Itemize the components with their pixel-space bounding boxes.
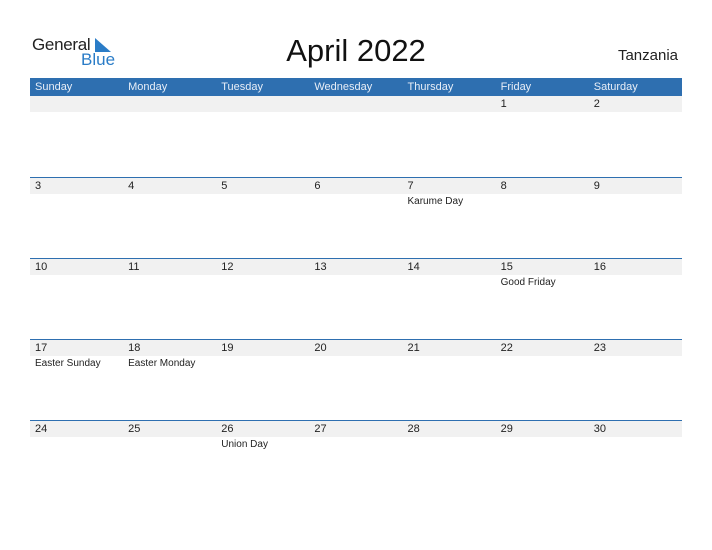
day-cell[interactable]: 21 [402, 340, 496, 421]
day-number: 9 [593, 180, 600, 192]
day-cell[interactable]: 5 [216, 178, 310, 259]
day-number: 19 [221, 342, 234, 354]
day-cell[interactable]: 25 [123, 421, 217, 502]
week-row: 12 [30, 96, 682, 177]
day-number: 23 [593, 342, 606, 354]
day-cell[interactable] [216, 96, 310, 177]
date-band [30, 178, 124, 194]
day-number: 30 [593, 423, 606, 435]
holiday-label: Good Friday [500, 277, 556, 288]
day-number: 18 [128, 342, 141, 354]
day-number: 27 [314, 423, 327, 435]
day-cell[interactable]: 29 [495, 421, 589, 502]
holiday-label: Union Day [221, 439, 268, 450]
date-band [495, 178, 589, 194]
day-number: 14 [407, 261, 420, 273]
date-band [216, 178, 310, 194]
day-cell[interactable]: 8 [495, 178, 589, 259]
day-number: 17 [35, 342, 48, 354]
day-cell[interactable]: 23 [588, 340, 682, 421]
weekday-wednesday: Wednesday [314, 81, 373, 93]
day-number: 3 [35, 180, 42, 192]
weekday-header: Sunday Monday Tuesday Wednesday Thursday Frid… [30, 78, 682, 96]
day-cell[interactable]: 20 [309, 340, 403, 421]
holiday-label: Karume Day [407, 196, 464, 207]
day-number: 24 [35, 423, 48, 435]
date-band [309, 96, 403, 112]
day-number: 16 [593, 261, 606, 273]
day-number: 8 [500, 180, 507, 192]
day-number: 5 [221, 180, 228, 192]
day-cell[interactable]: 15 Good Friday [495, 259, 589, 340]
holiday-label: Easter Sunday [35, 358, 101, 369]
day-number: 20 [314, 342, 327, 354]
day-cell[interactable]: 17 Easter Sunday [30, 340, 124, 421]
calendar-title: April 2022 [286, 33, 426, 68]
day-number: 7 [407, 180, 414, 192]
day-cell[interactable]: 3 [30, 178, 124, 259]
date-band [123, 178, 217, 194]
week-row: 24 25 26 Union Day 27 28 29 30 [30, 420, 682, 502]
day-cell[interactable] [402, 96, 496, 177]
day-cell[interactable]: 12 [216, 259, 310, 340]
day-number: 22 [500, 342, 513, 354]
day-number: 6 [314, 180, 321, 192]
day-cell[interactable]: 18 Easter Monday [123, 340, 217, 421]
day-cell[interactable]: 9 [588, 178, 682, 259]
day-number: 21 [407, 342, 420, 354]
week-row: 17 Easter Sunday 18 Easter Monday 19 20 21 22 23 [30, 339, 682, 421]
day-number: 10 [35, 261, 48, 273]
date-band [309, 178, 403, 194]
day-number: 28 [407, 423, 420, 435]
day-cell[interactable]: 26 Union Day [216, 421, 310, 502]
week-row: 10 11 12 13 14 15 Good Friday 16 [30, 258, 682, 340]
day-cell[interactable]: 11 [123, 259, 217, 340]
day-cell[interactable]: 14 [402, 259, 496, 340]
day-cell[interactable]: 24 [30, 421, 124, 502]
day-cell[interactable]: 13 [309, 259, 403, 340]
holiday-label: Easter Monday [128, 358, 196, 369]
day-cell[interactable]: 16 [588, 259, 682, 340]
day-number: 29 [500, 423, 513, 435]
date-band [216, 96, 310, 112]
day-cell[interactable]: 6 [309, 178, 403, 259]
week-row: 3 4 5 6 7 Karume Day 8 9 [30, 177, 682, 259]
day-cell[interactable]: 10 [30, 259, 124, 340]
date-band [402, 96, 496, 112]
day-number: 25 [128, 423, 141, 435]
day-cell[interactable]: 2 [588, 96, 682, 177]
day-cell[interactable]: 27 [309, 421, 403, 502]
day-cell[interactable]: 1 [495, 96, 589, 177]
date-band [588, 178, 682, 194]
day-number: 15 [500, 261, 513, 273]
day-cell[interactable] [30, 96, 124, 177]
day-number: 13 [314, 261, 327, 273]
day-cell[interactable]: 30 [588, 421, 682, 502]
weekday-tuesday: Tuesday [221, 81, 264, 93]
day-cell[interactable]: 28 [402, 421, 496, 502]
weekday-sunday: Sunday [35, 81, 73, 93]
date-band [588, 96, 682, 112]
day-cell[interactable] [123, 96, 217, 177]
weekday-monday: Monday [128, 81, 168, 93]
date-band [30, 96, 124, 112]
date-band [402, 178, 496, 194]
day-number: 12 [221, 261, 234, 273]
day-cell[interactable]: 7 Karume Day [402, 178, 496, 259]
day-number: 4 [128, 180, 135, 192]
day-cell[interactable]: 19 [216, 340, 310, 421]
day-number: 1 [500, 98, 507, 110]
day-cell[interactable]: 22 [495, 340, 589, 421]
date-band [123, 96, 217, 112]
day-number: 2 [593, 98, 600, 110]
day-cell[interactable] [309, 96, 403, 177]
weekday-thursday: Thursday [407, 81, 454, 93]
weekday-saturday: Saturday [593, 81, 638, 93]
date-band [495, 96, 589, 112]
day-cell[interactable]: 4 [123, 178, 217, 259]
day-number: 26 [221, 423, 234, 435]
country-label: Tanzania [617, 47, 678, 64]
day-number: 11 [128, 261, 140, 273]
weekday-friday: Friday [500, 81, 532, 93]
